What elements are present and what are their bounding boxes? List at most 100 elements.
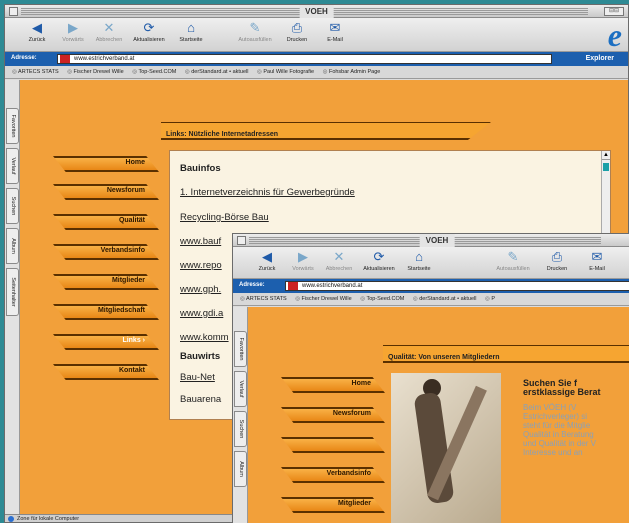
- nav-home[interactable]: Home: [281, 377, 385, 393]
- nav-newsforum[interactable]: Newsforum: [281, 407, 385, 423]
- address-input[interactable]: www.estrichverband.at: [285, 281, 629, 291]
- favorite-link[interactable]: derStandard.at • aktuell: [185, 69, 249, 75]
- scroll-up-icon[interactable]: ▲: [602, 151, 610, 160]
- page-content: Favoriten Verlauf Suchen Album Qualität:…: [233, 307, 629, 523]
- autofill-button[interactable]: ✎ Autoausfüllen: [493, 249, 533, 273]
- browser-window-second: VOEH ◀ Zurück ▶ Vorwärts ✕ Abbrechen ⟳ Aktua…: [232, 233, 629, 523]
- print-icon: ⎙: [551, 249, 563, 264]
- refresh-button[interactable]: ⟳ Aktualisieren: [359, 250, 399, 273]
- refresh-icon: ⟳: [143, 20, 155, 35]
- favorite-link[interactable]: Fischer Drewel Wille: [67, 69, 123, 75]
- autofill-icon: ✎: [507, 249, 519, 264]
- link-item[interactable]: www.gph.: [180, 284, 221, 295]
- zoom-box[interactable]: ⊟⊟: [604, 7, 624, 16]
- mail-icon: ✉: [591, 249, 603, 264]
- stop-button[interactable]: ✕ Abbrechen: [89, 21, 129, 44]
- explorer-logo-icon: e: [607, 17, 622, 53]
- favorite-link[interactable]: Fohsbar Admin Page: [323, 69, 381, 75]
- workers-photo: [391, 373, 501, 523]
- scroll-thumb[interactable]: [603, 163, 609, 171]
- site-favicon-icon: [288, 282, 298, 290]
- mail-button[interactable]: ✉ E-Mail: [315, 20, 355, 44]
- stop-button[interactable]: ✕ Abbrechen: [319, 249, 359, 273]
- toolbar: ◀ Zurück ▶ Vorwärts ✕ Abbrechen ⟳ Aktualisie…: [5, 18, 628, 52]
- nav-links[interactable]: Links ›: [53, 334, 159, 350]
- mail-button[interactable]: ✉ E-Mail: [577, 249, 617, 273]
- link-item[interactable]: www.komm: [180, 332, 229, 343]
- mail-icon: ✉: [329, 20, 341, 35]
- autofill-button[interactable]: ✎ Autoausfüllen: [235, 20, 275, 44]
- print-button[interactable]: ⎙ Drucken: [277, 21, 317, 44]
- side-tab-history[interactable]: Verlauf: [6, 148, 19, 184]
- favorite-link[interactable]: derStandard.at • aktuell: [413, 296, 477, 302]
- refresh-button[interactable]: ⟳ Aktualisieren: [129, 20, 169, 44]
- text-line: steht für die Mitglie: [523, 421, 591, 430]
- favorite-link[interactable]: Top-Seed.COM: [360, 296, 404, 302]
- home-button[interactable]: ⌂ Startseite: [171, 20, 211, 44]
- text-line: und Qualität in der V: [523, 439, 596, 448]
- link-item[interactable]: www.bauf: [180, 236, 221, 247]
- section-heading: Bauwirts: [180, 351, 221, 362]
- side-tab-favorites[interactable]: Favoriten: [6, 108, 19, 144]
- forward-button[interactable]: ▶ Vorwärts: [283, 249, 323, 273]
- favorite-link[interactable]: ARTECS STATS: [12, 69, 59, 75]
- quality-text: Suchen Sie f erstklassige Berat Beim VÖE…: [523, 379, 629, 458]
- close-box[interactable]: [9, 7, 18, 16]
- side-tab-search[interactable]: Suchen: [6, 188, 19, 224]
- favorites-bar: ARTECS STATS Fischer Drewel Wille Top-Se…: [233, 293, 629, 306]
- explorer-side-tabs: Favoriten Verlauf Suchen Album: [233, 307, 248, 523]
- favorite-link[interactable]: ARTECS STATS: [240, 296, 287, 302]
- favorite-link[interactable]: Top-Seed.COM: [132, 69, 176, 75]
- window-title: VOEH: [299, 5, 334, 18]
- nav-qualitaet[interactable]: Qualität: [53, 214, 159, 230]
- nav-verbandsinfo[interactable]: Verbandsinfo: [53, 244, 159, 260]
- link-item[interactable]: www.repo: [180, 260, 222, 271]
- text-line: Qualität in Beratung: [523, 430, 594, 439]
- nav-kontakt[interactable]: Kontakt: [53, 364, 159, 380]
- forward-arrow-icon: ▶: [298, 249, 308, 264]
- forward-button[interactable]: ▶ Vorwärts: [53, 21, 93, 44]
- back-button[interactable]: ◀ Zurück: [17, 20, 57, 44]
- title-bar[interactable]: VOEH ⊟⊟: [5, 5, 628, 18]
- side-tab-album[interactable]: Album: [234, 451, 247, 487]
- side-tab-album[interactable]: Album: [6, 228, 19, 264]
- link-item[interactable]: Bau-Net: [180, 372, 215, 383]
- nav-mitglieder[interactable]: Mitglieder: [281, 497, 385, 513]
- autofill-icon: ✎: [249, 20, 261, 35]
- nav-verbandsinfo[interactable]: Verbandsinfo: [281, 467, 385, 483]
- nav-mitglieder[interactable]: Mitglieder: [53, 274, 159, 290]
- home-button[interactable]: ⌂ Startseite: [399, 249, 439, 273]
- link-item[interactable]: Recycling-Börse Bau: [180, 212, 269, 223]
- side-tab-favorites[interactable]: Favoriten: [234, 331, 247, 367]
- side-tab-search[interactable]: Suchen: [234, 411, 247, 447]
- side-tab-history[interactable]: Verlauf: [234, 371, 247, 407]
- home-icon: ⌂: [187, 20, 195, 35]
- page-header: Links: Nützliche Internetadressen: [161, 122, 491, 140]
- address-label: Adresse:: [239, 282, 265, 288]
- text-line: Beim VÖEH (V: [523, 403, 577, 412]
- address-bar: Adresse: www.estrichverband.at: [233, 279, 629, 293]
- print-button[interactable]: ⎙ Drucken: [537, 249, 577, 273]
- stop-icon: ✕: [333, 249, 345, 264]
- nav-newsforum[interactable]: Newsforum: [53, 184, 159, 200]
- address-bar: Adresse: www.estrichverband.at Explorer: [5, 52, 628, 66]
- explorer-go-button[interactable]: Explorer: [586, 55, 614, 62]
- back-arrow-icon: ◀: [32, 20, 42, 35]
- toolbar: ◀ Zurück ▶ Vorwärts ✕ Abbrechen ⟳ Aktualisie…: [233, 247, 629, 279]
- close-box[interactable]: [237, 236, 246, 245]
- favorite-link[interactable]: Paul Wille Fotografie: [257, 69, 314, 75]
- title-bar[interactable]: VOEH: [233, 234, 629, 247]
- side-tab-page-holder[interactable]: Seitenhalter: [6, 268, 19, 316]
- nav-qualitaet[interactable]: [281, 437, 385, 453]
- link-item[interactable]: 1. Internetverzeichnis für Gewerbegründe: [180, 187, 355, 198]
- address-input[interactable]: www.estrichverband.at: [57, 54, 552, 64]
- address-label: Adresse:: [11, 55, 37, 61]
- home-icon: ⌂: [415, 249, 423, 264]
- link-item[interactable]: www.gdi.a: [180, 308, 223, 319]
- nav-home[interactable]: Home: [53, 156, 159, 172]
- favorite-link[interactable]: Fischer Drewel Wille: [295, 296, 351, 302]
- link-item: Bauarena: [180, 394, 222, 405]
- favorite-link[interactable]: P: [485, 296, 495, 302]
- nav-mitgliedschaft[interactable]: Mitgliedschaft: [53, 304, 159, 320]
- back-button[interactable]: ◀ Zurück: [247, 250, 287, 273]
